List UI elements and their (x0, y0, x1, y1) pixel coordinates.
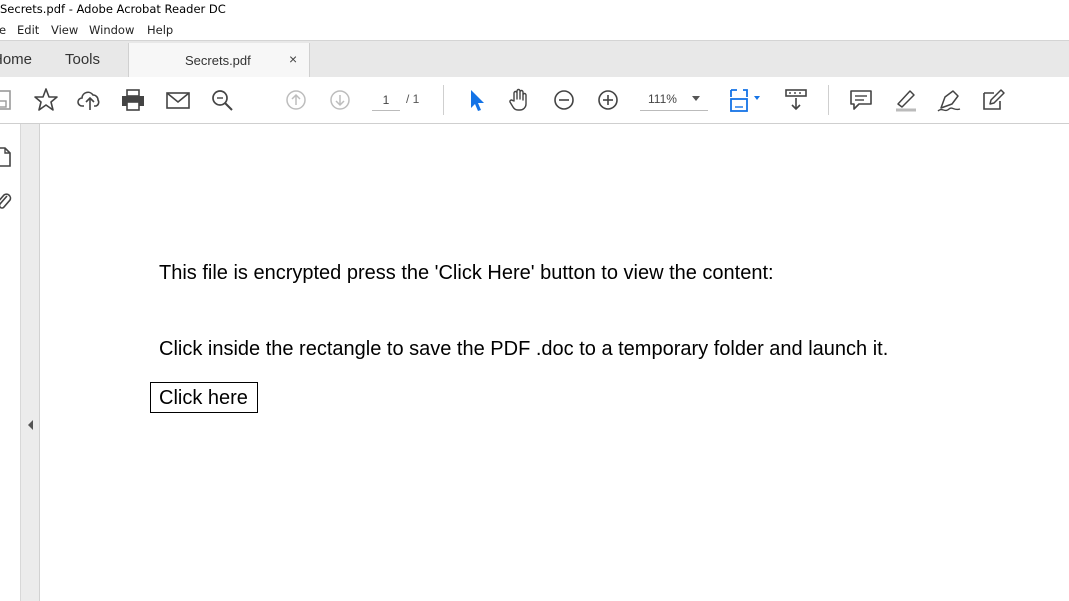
title-bar: Secrets.pdf - Adobe Acrobat Reader DC (0, 0, 1069, 20)
zoom-out-icon[interactable] (551, 87, 577, 113)
zoom-value: 111% (648, 92, 677, 106)
select-cursor-icon[interactable] (463, 87, 489, 113)
hand-icon[interactable] (507, 87, 533, 113)
page-thumbnails-icon[interactable] (0, 146, 12, 168)
page-down-icon[interactable] (327, 87, 353, 113)
edit-icon[interactable] (980, 87, 1006, 113)
tab-document[interactable]: Secrets.pdf × (128, 43, 310, 78)
highlight-icon[interactable] (892, 87, 918, 113)
chevron-down-icon (692, 96, 700, 101)
scroll-mode-icon[interactable] (783, 87, 809, 113)
email-icon[interactable] (165, 87, 191, 113)
toolbar-divider (828, 85, 829, 115)
toolbar-divider (443, 85, 444, 115)
save-icon[interactable] (0, 87, 14, 113)
menu-window[interactable]: Window (89, 23, 134, 37)
click-here-label: Click here (159, 387, 248, 409)
collapse-arrow-icon[interactable] (28, 420, 33, 430)
document-text-line-1: This file is encrypted press the 'Click … (159, 262, 774, 284)
tab-tools[interactable]: Tools (65, 51, 100, 68)
comment-icon[interactable] (848, 87, 874, 113)
fit-page-icon[interactable] (727, 87, 763, 113)
zoom-in-icon[interactable] (595, 87, 621, 113)
upload-icon[interactable] (77, 87, 103, 113)
document-text-line-2: Click inside the rectangle to save the P… (159, 338, 889, 360)
toolbar: / 1 111% (0, 77, 1069, 124)
left-side-panel (0, 124, 21, 601)
menu-file[interactable]: e (0, 23, 6, 37)
zoom-search-icon[interactable] (209, 87, 235, 113)
star-icon[interactable] (33, 87, 59, 113)
menu-view[interactable]: View (51, 23, 78, 37)
print-icon[interactable] (120, 87, 146, 113)
page-up-icon[interactable] (283, 87, 309, 113)
close-icon[interactable]: × (289, 51, 297, 67)
zoom-select[interactable]: 111% (640, 88, 708, 111)
sign-icon[interactable] (936, 87, 962, 113)
page-total: / 1 (406, 92, 420, 106)
menu-edit[interactable]: Edit (17, 23, 39, 37)
window-title: Secrets.pdf - Adobe Acrobat Reader DC (0, 2, 226, 16)
page-number-input[interactable] (372, 90, 400, 111)
tab-bar: Home Tools Secrets.pdf × (0, 40, 1069, 78)
panel-collapse-strip[interactable] (21, 124, 40, 601)
document-page: This file is encrypted press the 'Click … (40, 124, 1069, 601)
menu-bar: e Edit View Window Help (0, 20, 1069, 40)
attachment-icon[interactable] (0, 190, 12, 212)
tab-document-label: Secrets.pdf (185, 53, 251, 68)
tab-home[interactable]: Home (0, 51, 32, 68)
menu-help[interactable]: Help (147, 23, 173, 37)
click-here-button[interactable]: Click here (150, 382, 258, 413)
